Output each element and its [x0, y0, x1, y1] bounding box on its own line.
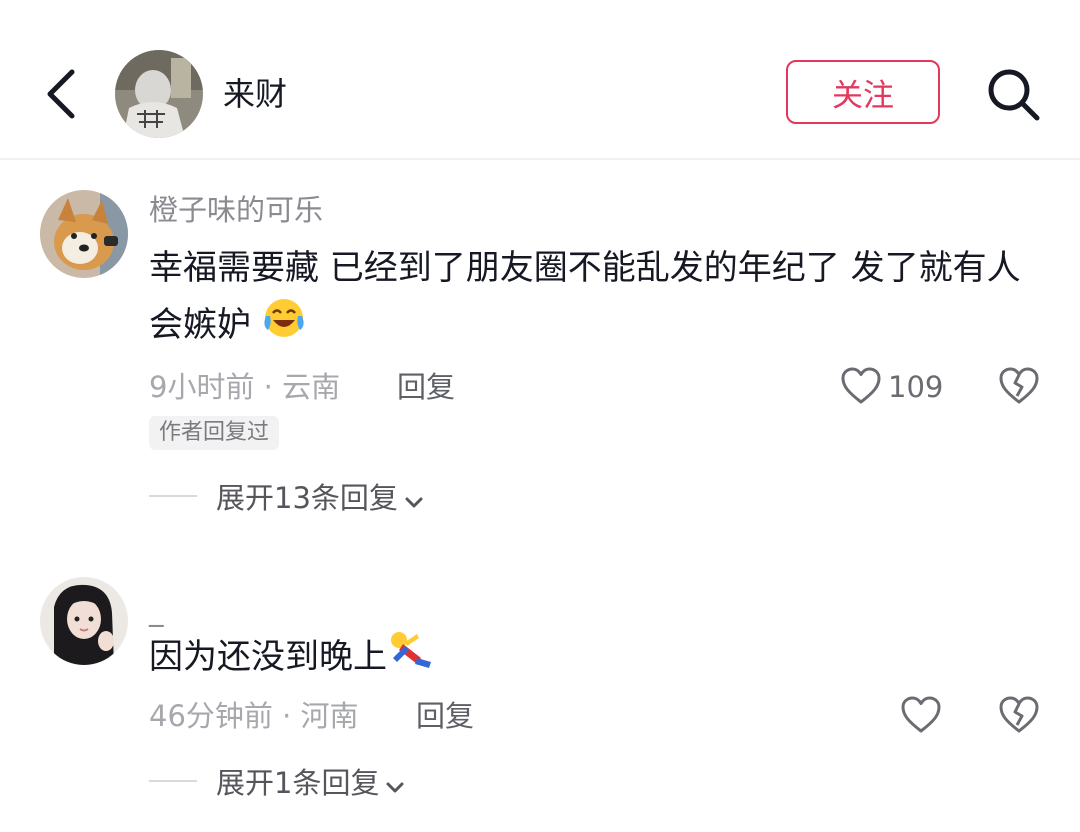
comment-text-body: 因为还没到晚上 — [149, 637, 387, 677]
comment-username[interactable]: _ — [149, 592, 164, 628]
reply-button[interactable]: 回复 — [397, 369, 455, 405]
expand-divider — [149, 780, 197, 782]
chevron-down-icon — [385, 767, 405, 803]
crying-laughing-emoji — [262, 296, 306, 357]
comment-meta: 46分钟前 · 河南 — [149, 699, 359, 733]
comment-text: 幸福需要藏 已经到了朋友圈不能乱发的年纪了 发了就有人会嫉妒 — [149, 240, 1049, 357]
header-divider — [0, 158, 1080, 160]
broken-heart-icon[interactable] — [998, 695, 1040, 739]
expand-replies-label: 展开13条回复 — [216, 481, 398, 515]
comment-username[interactable]: 橙子味的可乐 — [149, 192, 323, 228]
heart-icon[interactable] — [900, 695, 942, 739]
back-icon[interactable] — [40, 66, 84, 122]
like-count: 109 — [888, 370, 944, 404]
expand-replies-button[interactable]: 展开1条回复 — [216, 765, 405, 803]
author-avatar[interactable] — [115, 50, 203, 138]
chevron-down-icon — [404, 482, 424, 518]
broken-heart-icon[interactable] — [998, 366, 1040, 410]
author-replied-badge: 作者回复过 — [149, 416, 280, 450]
expand-divider — [149, 495, 197, 497]
heart-icon[interactable] — [840, 366, 882, 410]
follow-button[interactable]: 关注 — [786, 60, 940, 124]
expand-replies-label: 展开1条回复 — [216, 766, 380, 800]
page-title: 来财 — [223, 75, 288, 113]
expand-replies-button[interactable]: 展开13条回复 — [216, 480, 424, 518]
commenter-avatar[interactable] — [40, 190, 128, 278]
search-icon[interactable] — [985, 66, 1043, 124]
commenter-avatar[interactable] — [40, 577, 128, 665]
lying-down-figure-emoji — [387, 628, 435, 689]
comment-text: 因为还没到晚上 — [149, 628, 1049, 689]
comment-meta: 9小时前 · 云南 — [149, 370, 341, 404]
reply-button[interactable]: 回复 — [416, 698, 474, 734]
